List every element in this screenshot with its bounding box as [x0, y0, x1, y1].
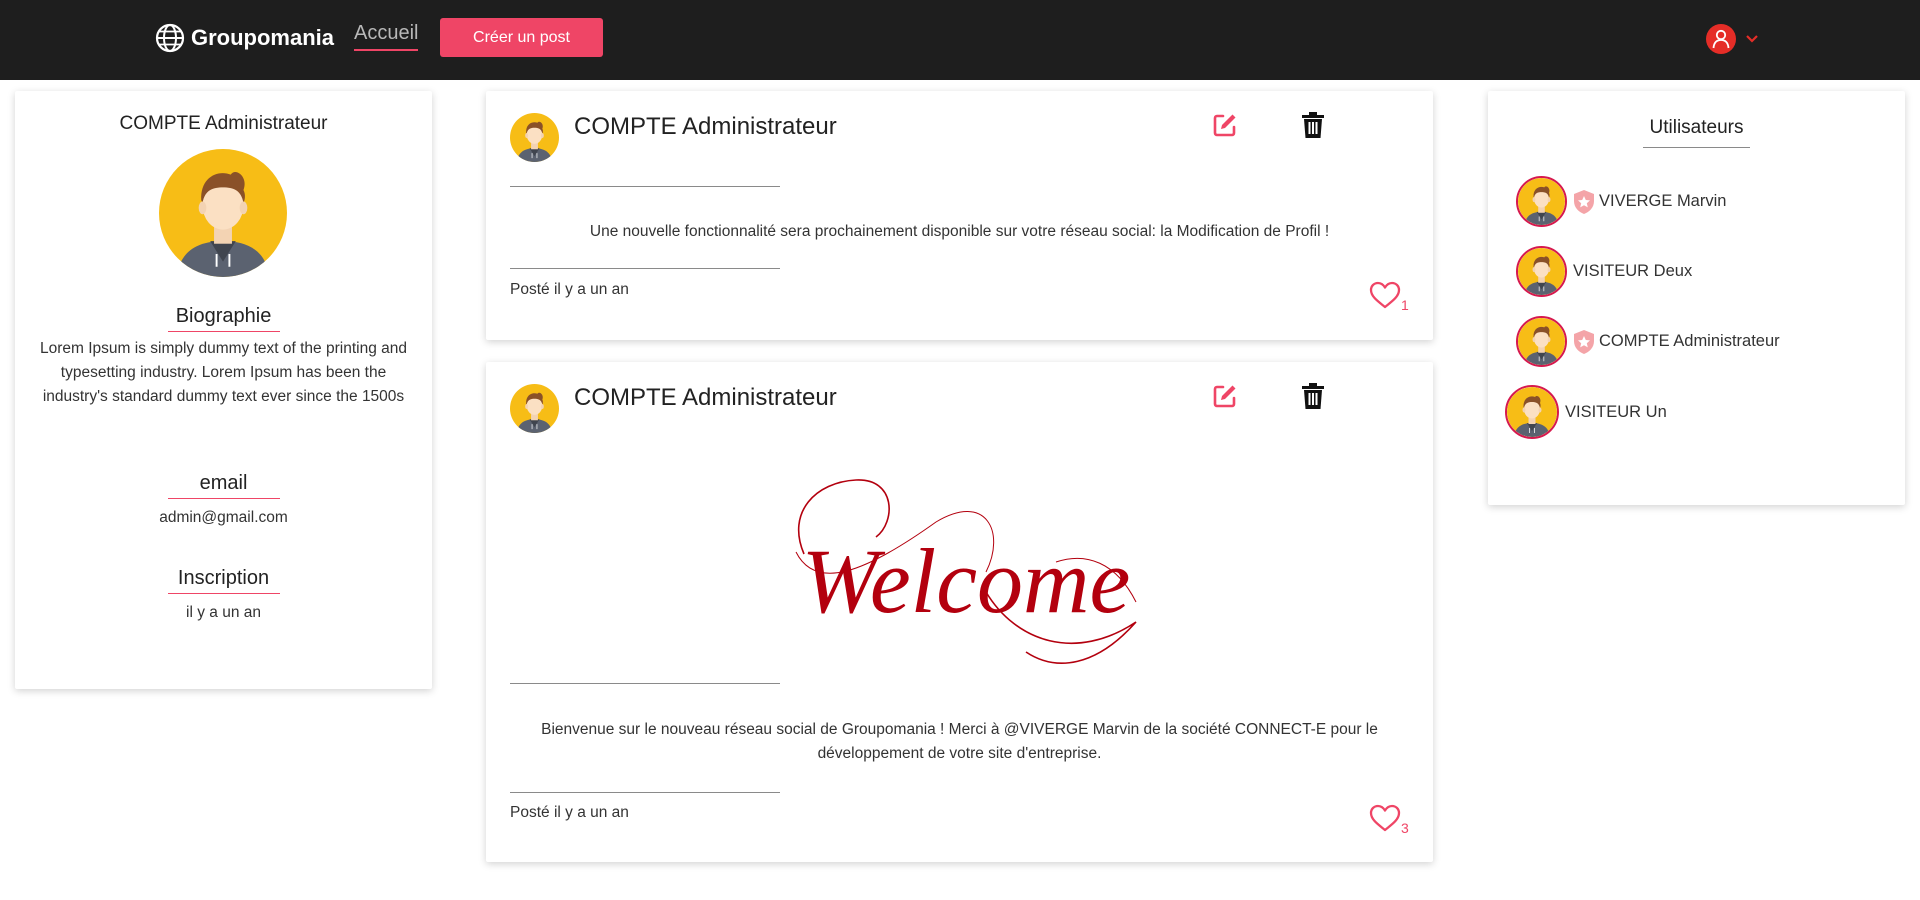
- user-item[interactable]: VIVERGE Marvin: [1516, 176, 1726, 227]
- chevron-down-icon[interactable]: [1746, 35, 1758, 43]
- edit-icon[interactable]: [1212, 383, 1238, 409]
- email-value: admin@gmail.com: [159, 509, 288, 526]
- create-post-button[interactable]: Créer un post: [440, 18, 603, 57]
- like-button[interactable]: 3: [1369, 804, 1409, 836]
- welcome-text: Welcome: [802, 530, 1131, 632]
- post-text: Une nouvelle fonctionnalité sera prochai…: [589, 223, 1330, 240]
- post-card: COMPTE Administrateur Une nouvelle fonct…: [486, 91, 1433, 340]
- like-button[interactable]: 1: [1369, 281, 1409, 313]
- edit-icon[interactable]: [1212, 112, 1238, 138]
- user-avatar[interactable]: [1516, 246, 1567, 297]
- nav-link-home[interactable]: Accueil: [354, 22, 419, 51]
- user-name[interactable]: VISITEUR Deux: [1573, 262, 1692, 281]
- user-item[interactable]: VISITEUR Un: [1505, 385, 1667, 439]
- trash-icon[interactable]: [1302, 112, 1324, 138]
- user-avatar[interactable]: [1505, 385, 1559, 439]
- profile-avatar: [159, 149, 287, 277]
- user-avatar[interactable]: [1516, 316, 1567, 367]
- post-date: Posté il y a un an: [510, 804, 629, 821]
- user-avatar[interactable]: [1516, 176, 1567, 227]
- globe-icon: [155, 23, 185, 53]
- admin-badge-icon: [1573, 329, 1595, 355]
- users-title: Utilisateurs: [1488, 117, 1905, 148]
- bio-title: Biographie: [15, 305, 432, 332]
- post-date: Posté il y a un an: [510, 281, 629, 298]
- brand-name: Groupomania: [191, 25, 335, 50]
- user-name[interactable]: VIVERGE Marvin: [1599, 192, 1726, 211]
- trash-icon[interactable]: [1302, 383, 1324, 409]
- signup-date: il y a un an: [186, 604, 261, 621]
- post-image: Welcome: [795, 479, 1137, 664]
- brand-logo[interactable]: Groupomania: [155, 22, 334, 54]
- author-avatar[interactable]: [510, 113, 559, 162]
- like-count: 1: [1401, 297, 1409, 313]
- divider: [510, 186, 780, 187]
- post-text: Bienvenue sur le nouveau réseau social d…: [541, 721, 1378, 762]
- user-item[interactable]: VISITEUR Deux: [1516, 246, 1692, 297]
- profile-card: COMPTE Administrateur Biographie Lorem I…: [15, 91, 432, 689]
- top-navbar: Groupomania Accueil Créer un post: [0, 0, 1920, 80]
- user-menu[interactable]: [1706, 24, 1758, 54]
- post-author[interactable]: COMPTE Administrateur: [574, 384, 837, 412]
- like-count: 3: [1401, 820, 1409, 836]
- heart-icon[interactable]: [1369, 281, 1401, 309]
- user-item[interactable]: COMPTE Administrateur: [1516, 316, 1780, 367]
- admin-badge-icon: [1573, 189, 1595, 215]
- heart-icon[interactable]: [1369, 804, 1401, 832]
- post-card: COMPTE Administrateur Welcome Bienvenue …: [486, 362, 1433, 862]
- divider: [510, 792, 780, 793]
- user-circle-icon[interactable]: [1706, 24, 1736, 54]
- signup-title: Inscription: [15, 567, 432, 594]
- author-avatar[interactable]: [510, 384, 559, 433]
- divider: [510, 683, 780, 684]
- divider: [510, 268, 780, 269]
- post-author[interactable]: COMPTE Administrateur: [574, 113, 837, 141]
- email-title: email: [15, 472, 432, 499]
- users-panel: Utilisateurs VIVERGE Marvin VISITEUR Deu…: [1488, 91, 1905, 505]
- bio-text: Lorem Ipsum is simply dummy text of the …: [40, 340, 407, 405]
- profile-name: COMPTE Administrateur: [119, 113, 328, 134]
- user-name[interactable]: COMPTE Administrateur: [1599, 332, 1780, 351]
- user-name[interactable]: VISITEUR Un: [1565, 403, 1667, 422]
